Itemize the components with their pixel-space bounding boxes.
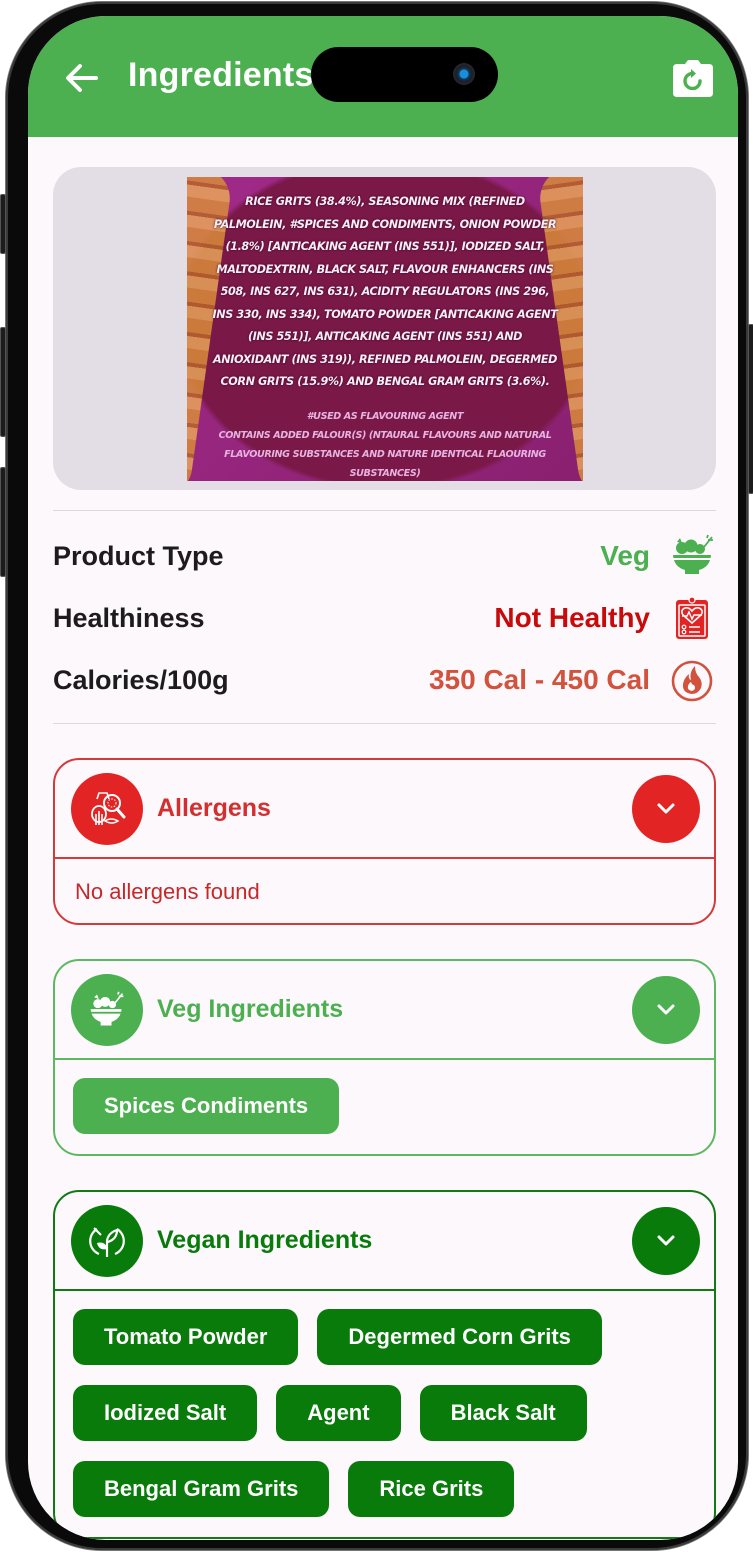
allergens-body: No allergens found xyxy=(55,857,714,923)
allergens-header[interactable]: Allergens xyxy=(55,760,714,857)
vegan-ingredients-body: Tomato Powder Degermed Corn Grits Iodize… xyxy=(55,1289,714,1537)
action-button xyxy=(0,194,6,254)
veg-ingredients-section: Veg Ingredients Spices Condiments xyxy=(53,959,716,1156)
info-label: Product Type xyxy=(53,540,224,571)
divider xyxy=(53,723,716,724)
ingredient-chip[interactable]: Black Salt xyxy=(419,1385,587,1441)
ingredient-label-photo[interactable]: RICE GRITS (38.4%), SEASONING MIX (REFIN… xyxy=(187,177,583,481)
chevron-down-icon xyxy=(657,1235,675,1245)
screen: Ingredients Analysis RICE GRITS (38.4%),… xyxy=(28,16,738,1540)
ingredient-label-text: RICE GRITS (38.4%), SEASONING MIX (REFIN… xyxy=(212,195,558,388)
health-report-icon xyxy=(676,596,708,639)
vegan-ingredients-header[interactable]: Vegan Ingredients xyxy=(55,1192,714,1289)
ingredient-chip[interactable]: Agent xyxy=(276,1385,401,1441)
label-note-line2: CONTAINS ADDED FALOUR(S) (NTAURAL FLAVOU… xyxy=(218,430,552,479)
back-button[interactable] xyxy=(62,58,102,98)
content: RICE GRITS (38.4%), SEASONING MIX (REFIN… xyxy=(53,167,716,1539)
ingredient-chip[interactable]: Spices Condiments xyxy=(73,1078,340,1134)
product-type-value: Veg xyxy=(600,540,650,571)
product-info: Product Type Veg Healthiness Not Healthy… xyxy=(53,511,716,723)
vegan-ingredient-chips: Tomato Powder Degermed Corn Grits Iodize… xyxy=(73,1309,696,1517)
volume-down-button xyxy=(0,467,6,577)
dynamic-island xyxy=(311,47,498,102)
no-allergens-text: No allergens found xyxy=(75,879,260,904)
flame-icon xyxy=(671,660,713,702)
veg-ingredients-expand-button[interactable] xyxy=(632,975,700,1044)
veg-ingredients-header[interactable]: Veg Ingredients xyxy=(55,961,714,1058)
veg-ingredients-title: Veg Ingredients xyxy=(157,995,344,1023)
veg-icon-badge xyxy=(71,973,143,1046)
veg-ingredient-chips: Spices Condiments xyxy=(73,1078,696,1134)
volume-up-button xyxy=(0,327,6,437)
healthiness-value: Not Healthy xyxy=(494,602,650,633)
label-note-line1: #USED AS FLAVOURING AGENT xyxy=(306,411,464,422)
allergens-section: Allergens No allergens found xyxy=(53,758,716,925)
arrow-left-icon xyxy=(66,64,98,92)
info-label: Healthiness xyxy=(53,602,205,633)
ingredient-chip[interactable]: Rice Grits xyxy=(348,1461,515,1517)
allergens-title: Allergens xyxy=(157,794,271,822)
veg-bowl-icon xyxy=(673,534,713,574)
ingredient-label-card: RICE GRITS (38.4%), SEASONING MIX (REFIN… xyxy=(53,167,716,490)
ingredient-label-note: #USED AS FLAVOURING AGENT CONTAINS ADDED… xyxy=(209,407,561,481)
ingredient-chip[interactable]: Tomato Powder xyxy=(73,1309,299,1365)
retake-photo-button[interactable] xyxy=(672,60,714,98)
veg-bowl-icon xyxy=(90,991,124,1025)
allergen-search-icon xyxy=(91,791,126,825)
info-label: Calories/100g xyxy=(53,664,229,695)
chevron-down-icon xyxy=(657,803,675,813)
vegan-icon-badge xyxy=(71,1204,143,1277)
vegan-ingredients-expand-button[interactable] xyxy=(632,1206,700,1275)
chevron-down-icon xyxy=(657,1004,675,1014)
info-row-product-type: Product Type Veg xyxy=(53,525,716,587)
veg-ingredients-body: Spices Condiments xyxy=(55,1058,714,1154)
calories-value: 350 Cal - 450 Cal xyxy=(428,664,650,695)
allergens-expand-button[interactable] xyxy=(632,774,700,843)
front-camera xyxy=(453,63,475,85)
info-row-calories: Calories/100g 350 Cal - 450 Cal xyxy=(53,649,716,711)
ingredient-chip[interactable]: Bengal Gram Grits xyxy=(73,1461,330,1517)
camera-retake-icon xyxy=(673,60,713,97)
ingredient-chip[interactable]: Degermed Corn Grits xyxy=(317,1309,602,1365)
vegan-ingredients-section: Vegan Ingredients Tomato Powder Degermed… xyxy=(53,1190,716,1539)
power-button xyxy=(748,324,753,494)
phone-frame: Ingredients Analysis RICE GRITS (38.4%),… xyxy=(0,2,753,1550)
vegan-ingredients-title: Vegan Ingredients xyxy=(157,1226,373,1254)
ingredient-chip[interactable]: Iodized Salt xyxy=(73,1385,258,1441)
allergen-icon-badge xyxy=(71,772,143,845)
vegan-leaf-icon xyxy=(89,1226,125,1257)
info-row-healthiness: Healthiness Not Healthy xyxy=(53,587,716,649)
